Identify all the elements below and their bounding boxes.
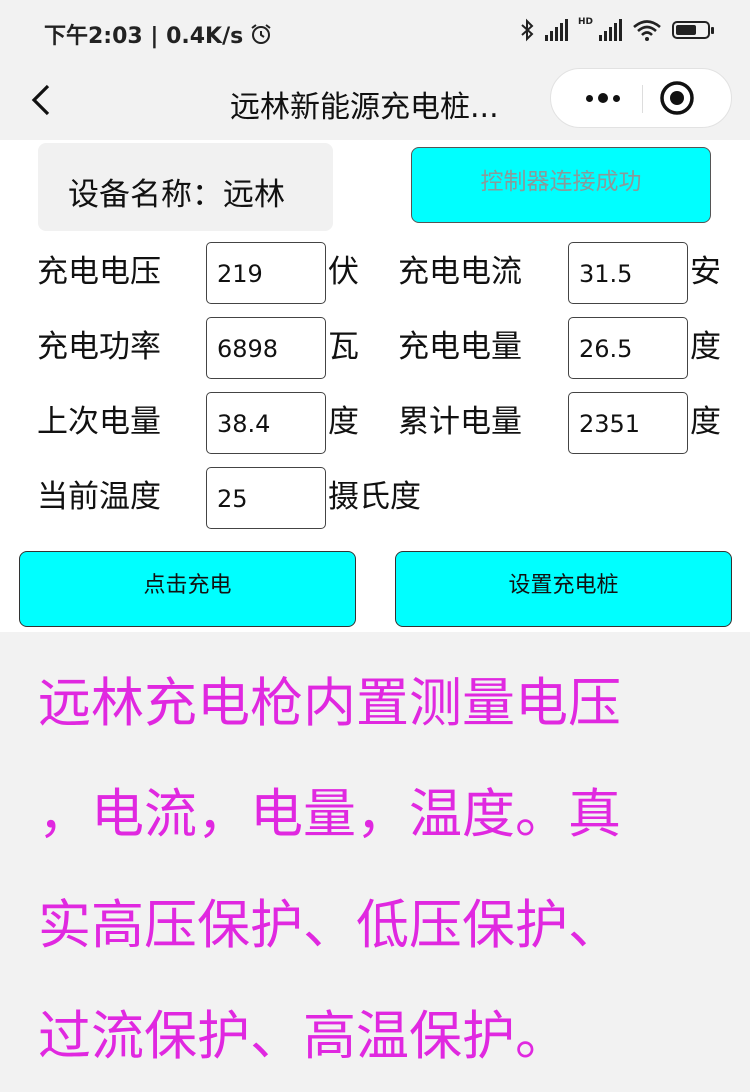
hd-badge: HD bbox=[577, 17, 593, 27]
temperature-unit: 摄氏度 bbox=[328, 479, 421, 515]
voltage-unit: 伏 bbox=[328, 254, 359, 290]
more-dots-icon[interactable] bbox=[573, 69, 633, 127]
current-field[interactable]: 31.5 bbox=[568, 242, 688, 304]
promo-text: 远林充电枪内置测量电压 ，电流，电量，温度。真 实高压保护、低压保护、 过流保护… bbox=[38, 648, 728, 1092]
last-energy-field[interactable]: 38.4 bbox=[206, 392, 326, 454]
voltage-field[interactable]: 219 bbox=[206, 242, 326, 304]
promo-line: 实高压保护、低压保护、 bbox=[38, 895, 621, 956]
voltage-label: 充电电压 bbox=[37, 254, 161, 290]
energy-label: 充电电量 bbox=[398, 329, 522, 365]
status-left: 下午2:03 | 0.4K/s bbox=[44, 18, 273, 50]
current-label: 充电电流 bbox=[398, 254, 522, 290]
temperature-label: 当前温度 bbox=[37, 479, 161, 515]
device-name-box: 设备名称：远林 bbox=[38, 143, 333, 231]
power-field[interactable]: 6898 bbox=[206, 317, 326, 379]
promo-line: 远林充电枪内置测量电压 bbox=[38, 673, 621, 734]
capsule-divider bbox=[642, 85, 643, 113]
page-title: 远林新能源充电桩... bbox=[230, 90, 499, 125]
connection-status-button[interactable]: 控制器连接成功 bbox=[411, 147, 711, 223]
status-bar: 下午2:03 | 0.4K/s HD bbox=[0, 0, 750, 64]
last-energy-unit: 度 bbox=[328, 404, 359, 440]
promo-line: 过流保护、高温保护。 bbox=[38, 1006, 568, 1067]
capsule-menu bbox=[550, 68, 732, 128]
status-right: HD bbox=[519, 17, 714, 42]
wifi-icon bbox=[633, 20, 661, 41]
start-charge-button[interactable]: 点击充电 bbox=[19, 551, 356, 627]
main-panel: 设备名称：远林 控制器连接成功 充电电压 219 伏 充电电流 31.5 安 充… bbox=[0, 140, 750, 632]
chevron-left-icon[interactable] bbox=[26, 80, 66, 120]
last-energy-label: 上次电量 bbox=[37, 404, 161, 440]
total-energy-unit: 度 bbox=[690, 404, 721, 440]
signal-icon bbox=[544, 19, 568, 41]
power-label: 充电功率 bbox=[37, 329, 161, 365]
current-unit: 安 bbox=[690, 254, 721, 290]
time-speed-text: 下午2:03 | 0.4K/s bbox=[44, 24, 244, 49]
bluetooth-icon bbox=[521, 18, 534, 42]
power-unit: 瓦 bbox=[328, 329, 359, 365]
energy-unit: 度 bbox=[690, 329, 721, 365]
alarm-icon bbox=[251, 24, 271, 44]
total-energy-field[interactable]: 2351 bbox=[568, 392, 688, 454]
signal-hd-icon bbox=[599, 19, 622, 41]
battery-icon bbox=[672, 21, 714, 39]
temperature-field[interactable]: 25 bbox=[206, 467, 326, 529]
device-name-label: 设备名称：远林 bbox=[68, 177, 285, 213]
target-circle-icon[interactable] bbox=[655, 76, 699, 120]
promo-line: ，电流，电量，温度。真 bbox=[38, 784, 621, 845]
energy-field[interactable]: 26.5 bbox=[568, 317, 688, 379]
total-energy-label: 累计电量 bbox=[398, 404, 522, 440]
settings-charger-button[interactable]: 设置充电桩 bbox=[395, 551, 732, 627]
nav-bar: 远林新能源充电桩... bbox=[0, 64, 750, 140]
